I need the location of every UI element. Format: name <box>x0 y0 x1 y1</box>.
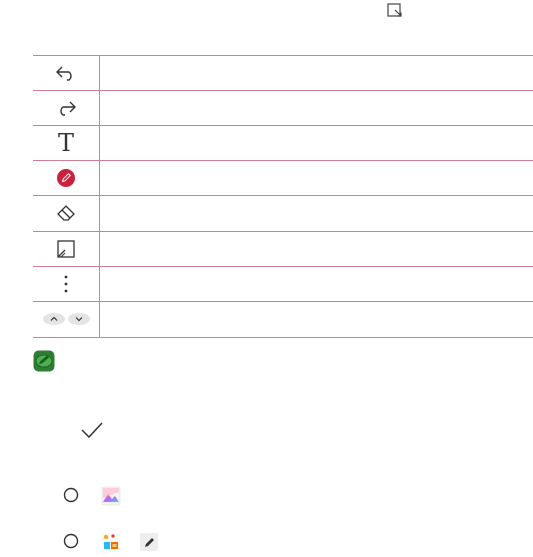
tool-description <box>107 125 527 160</box>
apps-folder-icon <box>101 532 121 552</box>
pen-icon <box>33 160 99 195</box>
note-pencil-icon <box>33 350 55 372</box>
undo-icon <box>33 55 99 90</box>
more-options-icon <box>33 266 99 301</box>
crop-icon <box>33 231 99 266</box>
gallery-icon <box>101 486 121 506</box>
tool-description <box>107 266 527 301</box>
tool-description <box>107 195 527 230</box>
scroll-up-down-icon <box>33 301 99 336</box>
text-icon-glyph: T <box>57 128 74 157</box>
text-icon: T <box>33 125 99 160</box>
radio-icon[interactable] <box>63 487 79 503</box>
tool-table: T <box>33 55 533 338</box>
eraser-icon <box>33 195 99 230</box>
checkmark-icon <box>80 421 104 441</box>
tool-description <box>107 301 527 336</box>
redo-icon <box>33 90 99 125</box>
tool-description <box>107 90 527 125</box>
screen-capture-icon <box>386 2 404 20</box>
pen-tile-icon <box>139 532 159 552</box>
tool-description <box>107 231 527 266</box>
radio-icon[interactable] <box>63 533 79 549</box>
tool-description <box>107 160 527 195</box>
tool-description <box>107 55 527 90</box>
